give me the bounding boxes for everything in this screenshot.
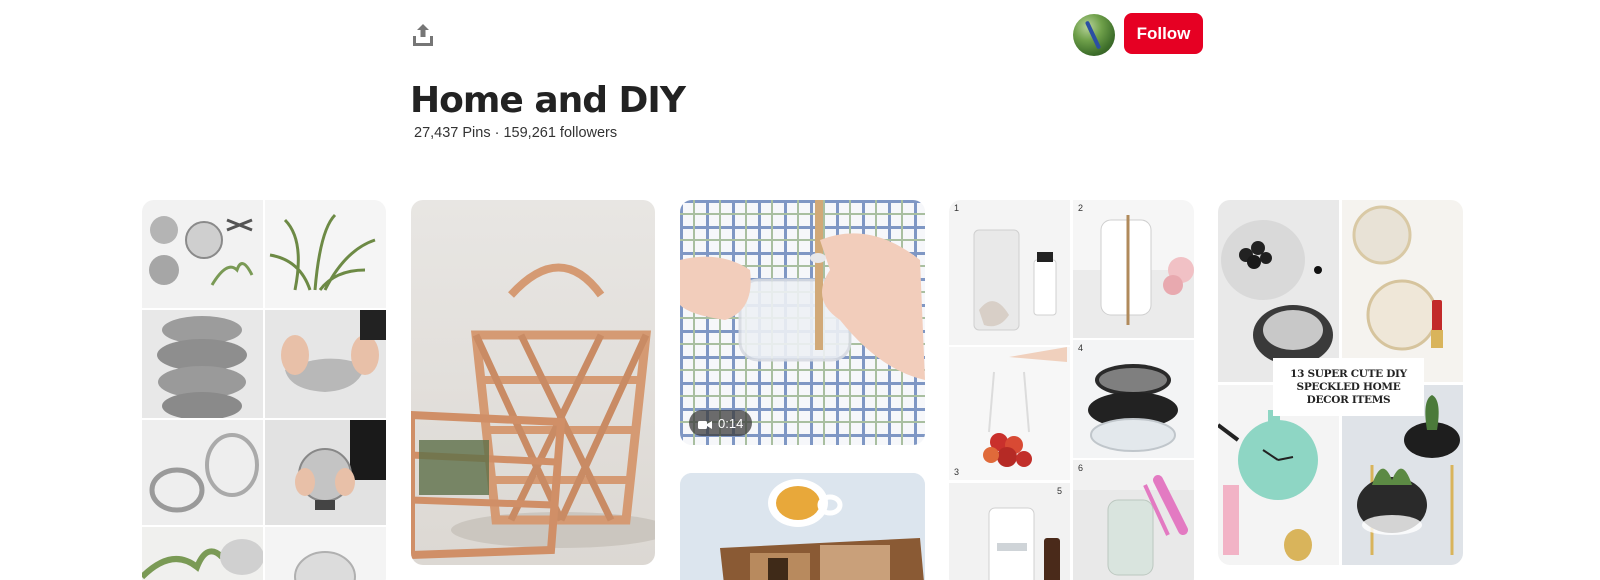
pin-speckled-decor[interactable]: 13 SUPER CUTE DIY SPECKLED HOME DECOR IT… [1218, 200, 1463, 565]
pin-numbered-grid[interactable]: 1 2 3 4 5 6 [949, 200, 1194, 580]
share-button[interactable] [406, 18, 440, 52]
share-upload-icon [413, 24, 433, 46]
pin-wire-crafts[interactable] [142, 200, 386, 580]
pin-number: 1 [954, 203, 960, 213]
pin-video[interactable]: 0:14 [680, 200, 925, 445]
board-stats: 27,437 Pins · 159,261 followers [414, 125, 618, 141]
pin-woven-baskets[interactable] [411, 200, 655, 565]
video-duration: 0:14 [718, 415, 744, 431]
pin-overlay-title: 13 SUPER CUTE DIY SPECKLED HOME DECOR IT… [1273, 358, 1424, 416]
avatar[interactable] [1073, 14, 1115, 56]
pin-number: 3 [954, 467, 960, 477]
pin-number: 6 [1078, 463, 1084, 473]
video-camera-icon [698, 418, 712, 429]
follow-button[interactable]: Follow [1124, 13, 1203, 54]
pin-number: 5 [1057, 486, 1063, 496]
video-duration-badge: 0:14 [689, 410, 753, 436]
pin-number: 4 [1078, 343, 1084, 353]
pin-tea-wood[interactable] [680, 473, 925, 580]
pin-number: 2 [1078, 203, 1084, 213]
page-title: Home and DIY [410, 80, 686, 121]
